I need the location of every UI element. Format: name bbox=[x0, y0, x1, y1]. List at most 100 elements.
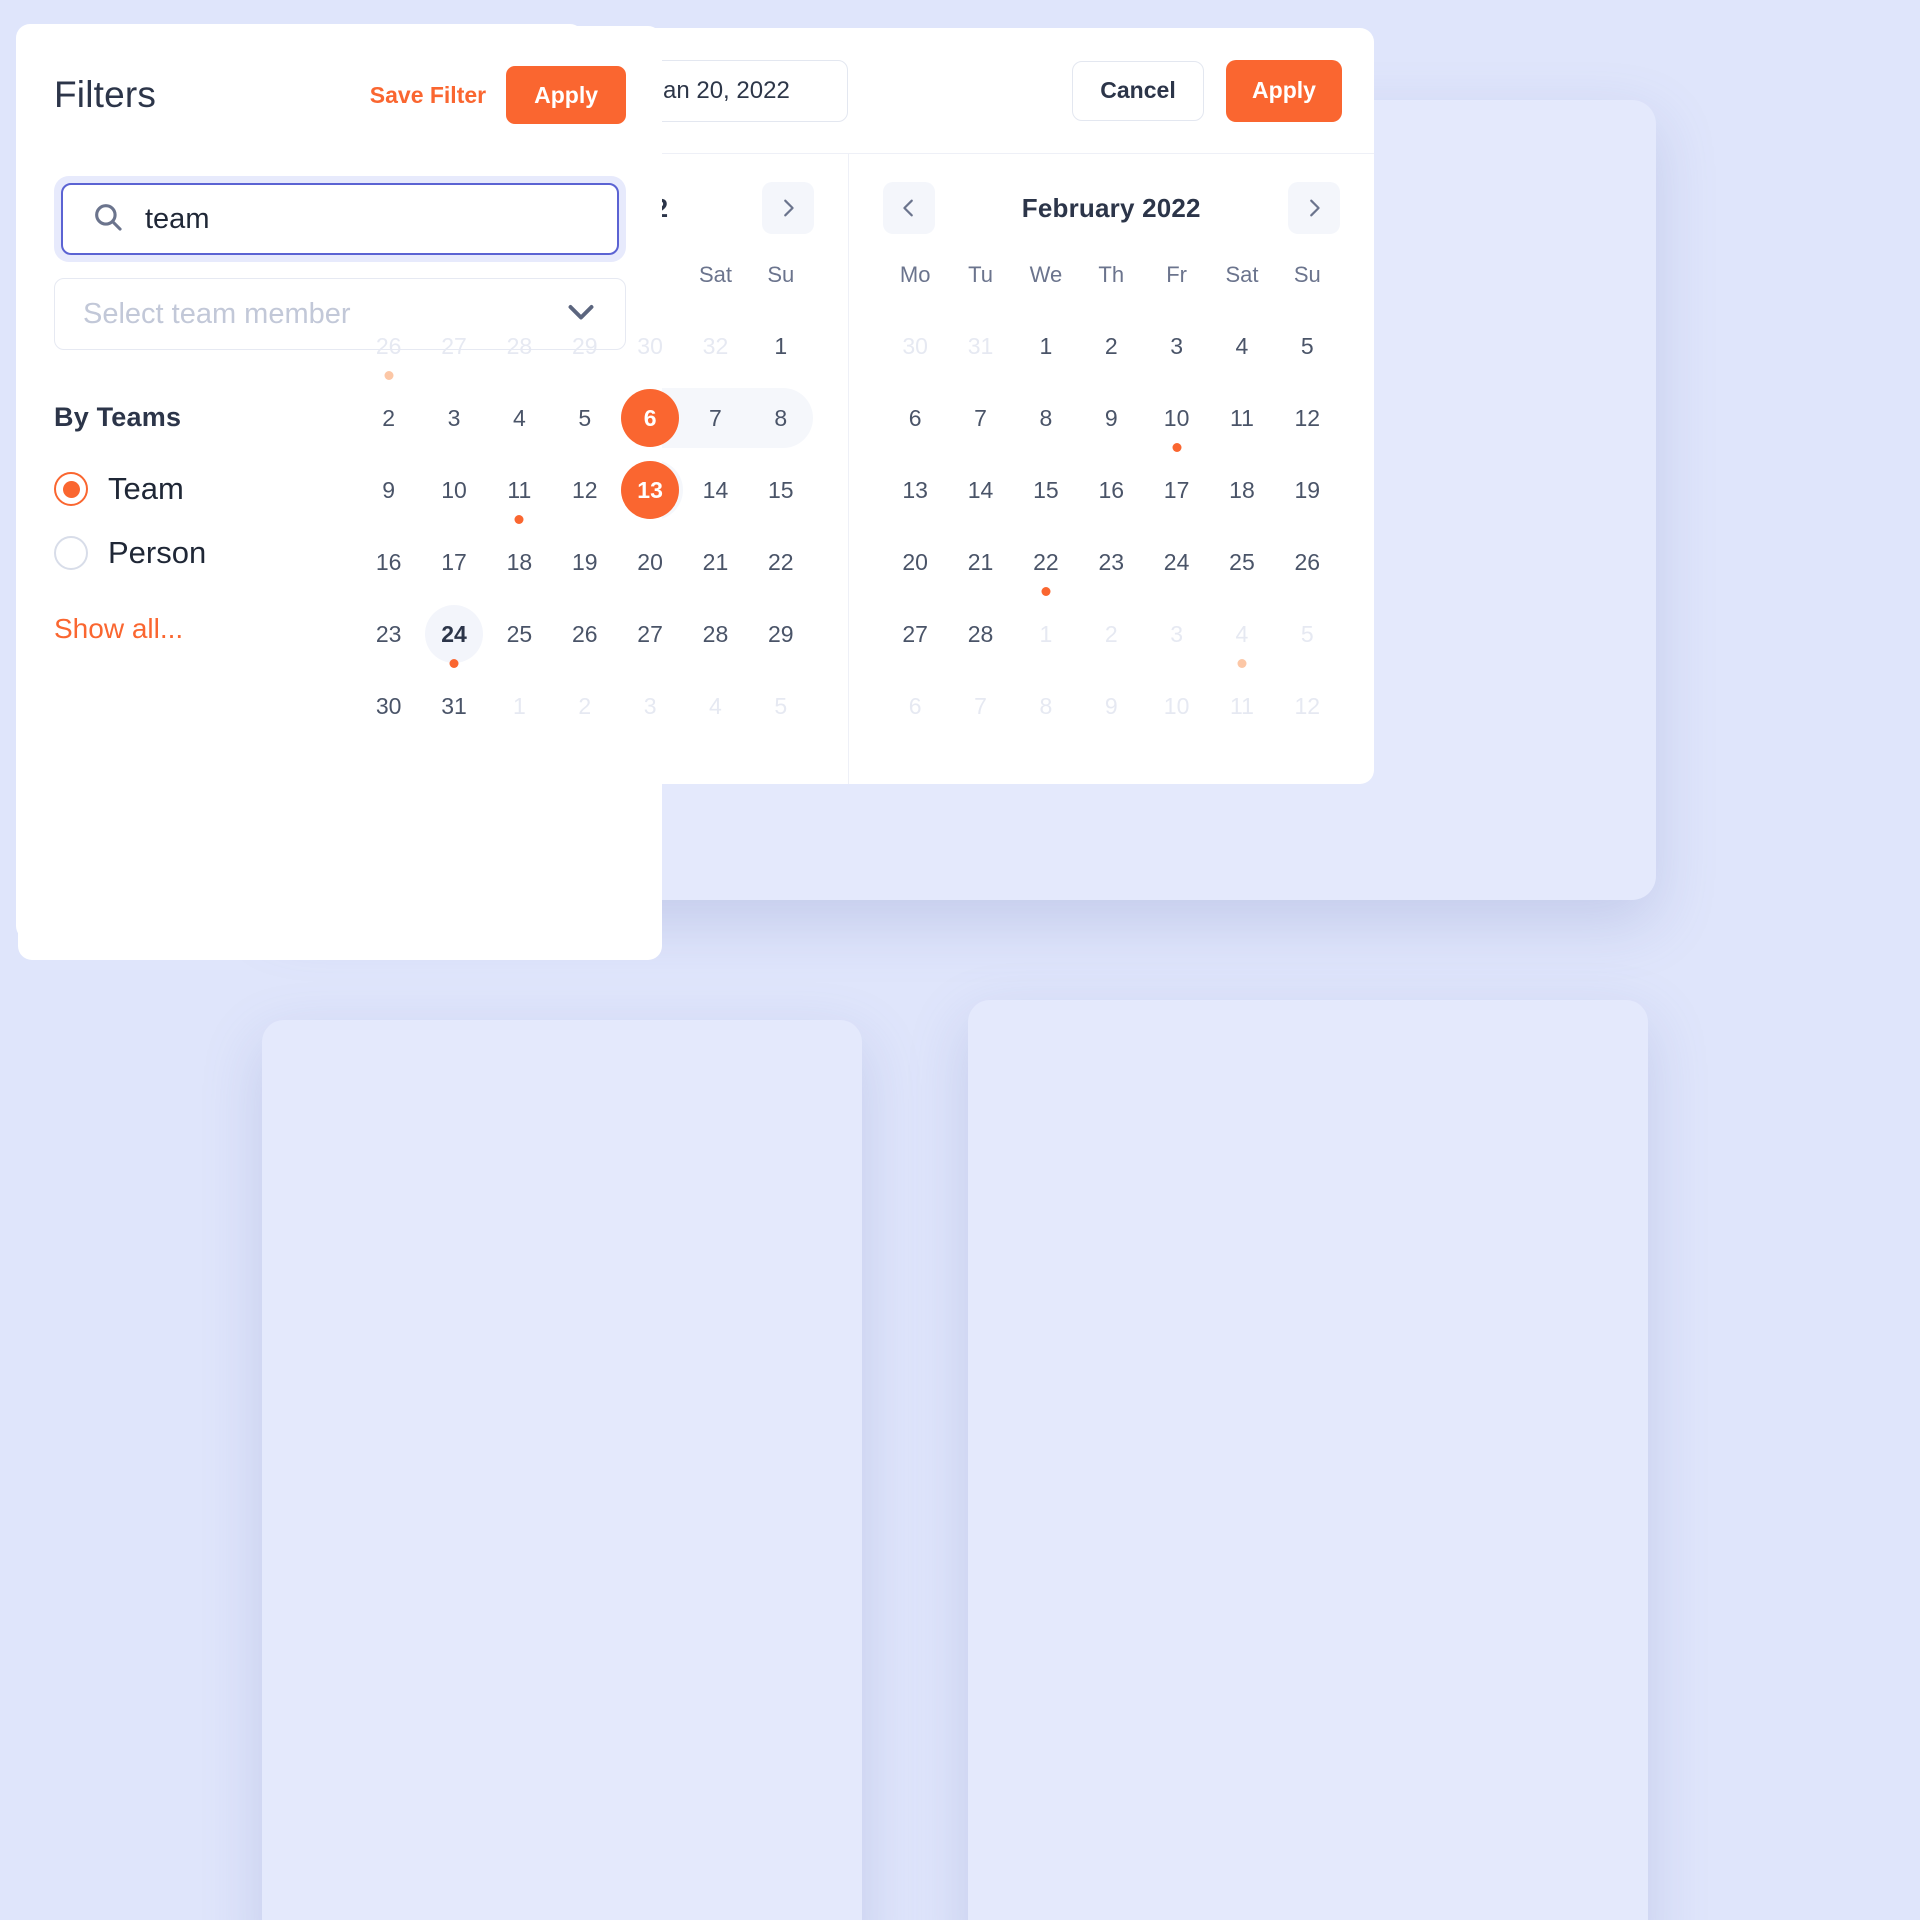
save-filter-link[interactable]: Save Filter bbox=[370, 82, 486, 109]
calendar-day[interactable]: 19 bbox=[1275, 454, 1340, 526]
calendar-day[interactable]: 7 bbox=[948, 382, 1013, 454]
calendar-day[interactable]: 3 bbox=[1144, 310, 1209, 382]
calendar-day[interactable]: 24 bbox=[1144, 526, 1209, 598]
calendar-day-number: 14 bbox=[702, 476, 729, 503]
filters-header: Filters Save Filter Apply bbox=[54, 66, 626, 124]
calendar-day-number: 31 bbox=[441, 692, 467, 719]
calendar-day[interactable]: 22 bbox=[748, 526, 813, 598]
calendar-day-number: 28 bbox=[967, 620, 994, 647]
calendar-day[interactable]: 8 bbox=[748, 382, 813, 454]
calendar-day-number: 28 bbox=[506, 332, 533, 359]
calendar-day[interactable]: 21 bbox=[683, 526, 748, 598]
search-icon bbox=[91, 200, 125, 239]
calendar-day[interactable]: 16 bbox=[356, 526, 421, 598]
calendar-day-number: 3 bbox=[1170, 620, 1183, 647]
calendar-day[interactable]: 25 bbox=[487, 598, 552, 670]
calendar-day[interactable]: 13 bbox=[883, 454, 948, 526]
calendar-day[interactable]: 10 bbox=[421, 454, 486, 526]
calendar-day-number: 1 bbox=[1039, 332, 1053, 359]
calendar-day[interactable]: 23 bbox=[1079, 526, 1144, 598]
calendar-day-number: 5 bbox=[578, 404, 592, 431]
calendar-day-number: 22 bbox=[768, 548, 794, 575]
calendar-day[interactable]: 12 bbox=[1275, 382, 1340, 454]
calendar-day[interactable]: 27 bbox=[883, 598, 948, 670]
calendar-day[interactable]: 31 bbox=[421, 670, 486, 742]
prev-month-button[interactable] bbox=[882, 182, 935, 234]
calendar-day[interactable]: 18 bbox=[487, 526, 552, 598]
calendar-weekday-header: Mo Tu We Th Fr Sat Su bbox=[883, 250, 1341, 300]
calendar-day[interactable]: 30 bbox=[356, 670, 421, 742]
calendar-day[interactable]: 2 bbox=[356, 382, 421, 454]
calendar-day[interactable]: 5 bbox=[1275, 310, 1340, 382]
calendar-day[interactable]: 17 bbox=[421, 526, 486, 598]
calendar-day-number: 11 bbox=[507, 476, 532, 503]
calendar-day[interactable]: 20 bbox=[617, 526, 682, 598]
calendar-day[interactable]: 4 bbox=[1209, 310, 1274, 382]
calendar-day-selected[interactable]: 13 bbox=[617, 454, 682, 526]
calendar-day[interactable]: 1 bbox=[1013, 310, 1078, 382]
calendar-day[interactable]: 17 bbox=[1144, 454, 1209, 526]
calendar-day-number: 11 bbox=[1230, 404, 1254, 431]
weekday-label: Su bbox=[1293, 262, 1321, 287]
calendar-day[interactable]: 11 bbox=[1209, 382, 1274, 454]
search-input[interactable]: team bbox=[61, 183, 619, 255]
calendar-day[interactable]: 14 bbox=[683, 454, 748, 526]
calendar-day[interactable]: 1 bbox=[748, 310, 813, 382]
calendar-day[interactable]: 9 bbox=[356, 454, 421, 526]
calendar-day[interactable]: 25 bbox=[1209, 526, 1274, 598]
calendar-day[interactable]: 4 bbox=[487, 382, 552, 454]
calendar-day[interactable]: 23 bbox=[356, 598, 421, 670]
cancel-button[interactable]: Cancel bbox=[1072, 60, 1204, 121]
radio-indicator-person bbox=[54, 536, 88, 570]
calendar-day[interactable]: 12 bbox=[552, 454, 617, 526]
calendar-day-number: 4 bbox=[512, 404, 526, 431]
calendar-day[interactable]: 26 bbox=[552, 598, 617, 670]
calendar-day[interactable]: 21 bbox=[948, 526, 1013, 598]
calendar-day[interactable]: 20 bbox=[883, 526, 948, 598]
calendar-day[interactable]: 8 bbox=[1013, 382, 1078, 454]
calendar-day[interactable]: 28 bbox=[683, 598, 748, 670]
calendar-day[interactable]: 2 bbox=[1079, 310, 1144, 382]
calendar-day[interactable]: 19 bbox=[552, 526, 617, 598]
calendar-day-number: 26 bbox=[571, 620, 598, 647]
calendar-day: 30 bbox=[617, 310, 682, 382]
calendar-day[interactable]: 15 bbox=[748, 454, 813, 526]
calendar-day-number: 23 bbox=[375, 620, 402, 647]
calendar-day-number: 1 bbox=[774, 332, 788, 359]
calendar-day[interactable]: 28 bbox=[948, 598, 1013, 670]
calendar-day[interactable]: 29 bbox=[748, 598, 813, 670]
calendar-day-number: 26 bbox=[1294, 548, 1321, 575]
calendar-day[interactable]: 24 bbox=[421, 598, 486, 670]
calendar-day[interactable]: 5 bbox=[552, 382, 617, 454]
next-month-button[interactable] bbox=[761, 182, 814, 234]
calendar-day[interactable]: 27 bbox=[617, 598, 682, 670]
calendar-day[interactable]: 18 bbox=[1209, 454, 1274, 526]
calendar-day[interactable]: 3 bbox=[421, 382, 486, 454]
calendar-day-number: 30 bbox=[637, 332, 663, 359]
calendar-day-number: 18 bbox=[506, 548, 533, 575]
weekday-label: Sat bbox=[698, 262, 732, 287]
calendar-week-row: 6 7 8 9 10 11 12 bbox=[883, 382, 1341, 454]
calendar-day-number: 2 bbox=[1104, 620, 1118, 647]
calendar-day-number: 8 bbox=[1039, 692, 1053, 719]
calendar-day[interactable]: 10 bbox=[1144, 382, 1209, 454]
calendar-day[interactable]: 6 bbox=[883, 382, 948, 454]
calendar-day[interactable]: 26 bbox=[1275, 526, 1340, 598]
search-value-text: team bbox=[145, 202, 210, 235]
calendar-day[interactable]: 22 bbox=[1013, 526, 1078, 598]
calendar-day[interactable]: 16 bbox=[1079, 454, 1144, 526]
next-month-button[interactable] bbox=[1288, 182, 1340, 234]
calendar-day[interactable]: 14 bbox=[948, 454, 1013, 526]
calendar-day[interactable]: 11 bbox=[487, 454, 552, 526]
page-title: Filters bbox=[54, 74, 157, 115]
calendar-day[interactable]: 7 bbox=[683, 382, 748, 454]
calendar-day-number: 10 bbox=[441, 476, 467, 503]
calendar-day-selected[interactable]: 6 bbox=[617, 382, 682, 454]
apply-button[interactable]: Apply bbox=[506, 66, 626, 124]
calendar-day: 12 bbox=[1275, 670, 1340, 742]
calendar-day[interactable]: 9 bbox=[1079, 382, 1144, 454]
apply-button[interactable]: Apply bbox=[1226, 59, 1342, 122]
calendar-day[interactable]: 15 bbox=[1013, 454, 1078, 526]
calendar-day-event-dot bbox=[384, 371, 394, 380]
weekday-label: Su bbox=[767, 262, 795, 287]
